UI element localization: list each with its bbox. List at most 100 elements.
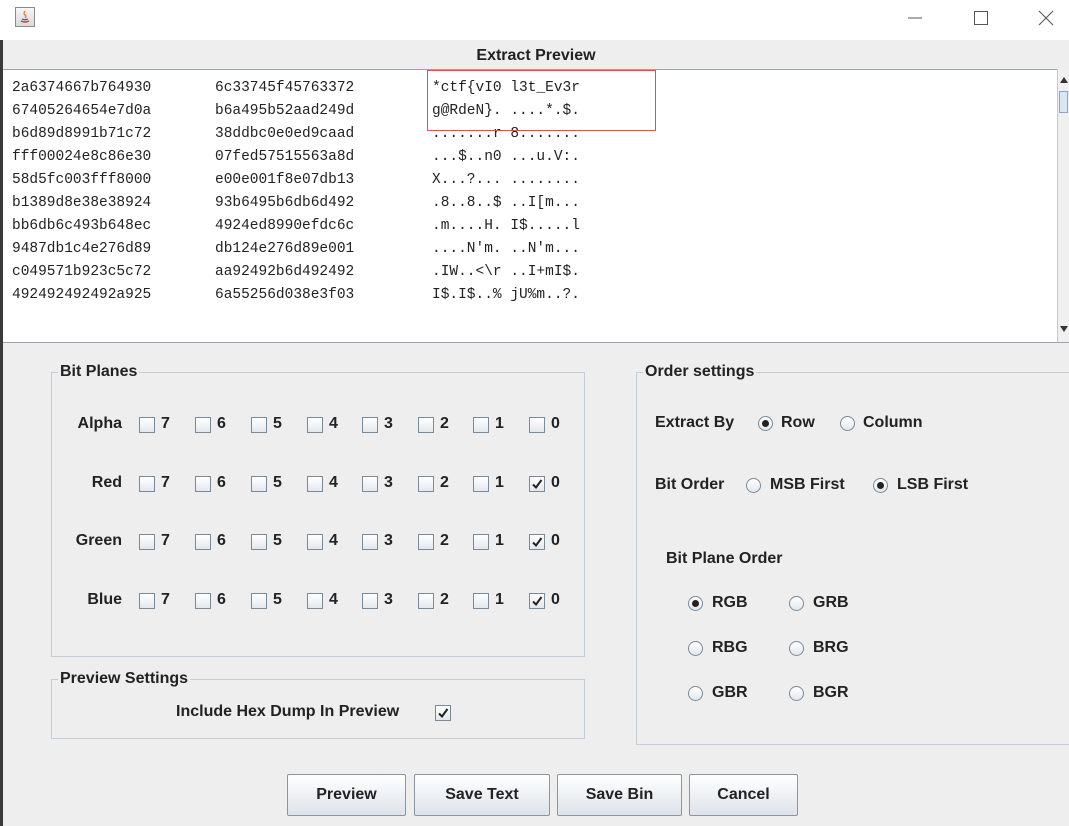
vertical-scrollbar[interactable] <box>1057 69 1069 342</box>
green-bit-7-checkbox[interactable] <box>139 534 155 550</box>
extract-by-row-label[interactable]: Row <box>781 414 815 432</box>
green-bit-4-checkbox[interactable] <box>307 534 323 550</box>
blue-bit-7-checkbox[interactable] <box>139 593 155 609</box>
bit-number-label: 6 <box>217 532 226 549</box>
green-bit-3-checkbox[interactable] <box>362 534 378 550</box>
hex-column-1: 492492492492a925 <box>12 287 152 303</box>
hex-column-1: b6d89d8991b71c72 <box>12 126 152 142</box>
ascii-column: g@RdeN}. ....*.$. <box>432 103 580 119</box>
extract-by-column-label[interactable]: Column <box>863 414 923 432</box>
plane-order-bgr-label[interactable]: BGR <box>813 684 849 702</box>
alpha-bit-7-checkbox[interactable] <box>139 417 155 433</box>
alpha-bit-0-checkbox[interactable] <box>529 417 545 433</box>
blue-bit-5-checkbox[interactable] <box>251 593 267 609</box>
red-bit-4-checkbox[interactable] <box>307 476 323 492</box>
include-hex-checkbox[interactable] <box>435 705 451 721</box>
red-bit-7-checkbox[interactable] <box>139 476 155 492</box>
blue-bit-2-checkbox[interactable] <box>418 593 434 609</box>
bit-number-label: 0 <box>551 532 560 549</box>
split-divider[interactable] <box>3 342 1069 343</box>
plane-order-grb-radio[interactable] <box>789 596 804 611</box>
blue-bit-3-checkbox[interactable] <box>362 593 378 609</box>
bit-number-label: 2 <box>440 415 449 432</box>
scroll-thumb[interactable] <box>1059 91 1068 113</box>
green-bit-5-checkbox[interactable] <box>251 534 267 550</box>
extract-by-column-radio[interactable] <box>840 416 855 431</box>
bit-number-label: 5 <box>273 415 282 432</box>
red-bit-2-checkbox[interactable] <box>418 476 434 492</box>
bit-number-label: 1 <box>495 532 504 549</box>
plane-order-rbg-radio[interactable] <box>688 641 703 656</box>
green-bit-1-checkbox[interactable] <box>473 534 489 550</box>
plane-order-rgb-label[interactable]: RGB <box>712 594 748 612</box>
bit-number-label: 1 <box>495 591 504 608</box>
bit-number-label: 5 <box>273 474 282 491</box>
plane-order-rgb-radio[interactable] <box>688 596 703 611</box>
red-bit-6-checkbox[interactable] <box>195 476 211 492</box>
alpha-bit-1-checkbox[interactable] <box>473 417 489 433</box>
preview-settings-legend: Preview Settings <box>60 670 189 687</box>
hex-column-2: db124e276d89e001 <box>215 241 355 257</box>
green-bit-0-checkbox[interactable] <box>529 534 545 550</box>
bit-number-label: 3 <box>384 591 393 608</box>
ascii-column: X...?... ........ <box>432 172 580 188</box>
plane-order-gbr-radio[interactable] <box>688 686 703 701</box>
save-bin-button[interactable]: Save Bin <box>557 774 682 816</box>
alpha-bit-6-checkbox[interactable] <box>195 417 211 433</box>
save-text-button[interactable]: Save Text <box>414 774 550 816</box>
bit-number-label: 0 <box>551 591 560 608</box>
ascii-column: *ctf{vI0 l3t_Ev3r <box>432 80 580 96</box>
minimize-button[interactable] <box>892 4 938 32</box>
bit-number-label: 2 <box>440 591 449 608</box>
red-bit-0-checkbox[interactable] <box>529 476 545 492</box>
plane-order-bgr-radio[interactable] <box>789 686 804 701</box>
lsb-first-label[interactable]: LSB First <box>897 476 968 494</box>
bit-number-label: 2 <box>440 532 449 549</box>
close-icon <box>1038 10 1054 26</box>
cancel-button[interactable]: Cancel <box>689 774 798 816</box>
bit-number-label: 2 <box>440 474 449 491</box>
extract-by-row-radio[interactable] <box>758 416 773 431</box>
preview-button[interactable]: Preview <box>287 774 406 816</box>
msb-first-label[interactable]: MSB First <box>770 476 845 494</box>
blue-bit-6-checkbox[interactable] <box>195 593 211 609</box>
lsb-first-radio[interactable] <box>873 478 888 493</box>
bit-number-label: 1 <box>495 474 504 491</box>
plane-order-brg-radio[interactable] <box>789 641 804 656</box>
hex-column-2: 4924ed8990efdc6c <box>215 218 355 234</box>
bit-number-label: 7 <box>161 474 170 491</box>
green-bit-6-checkbox[interactable] <box>195 534 211 550</box>
red-bit-5-checkbox[interactable] <box>251 476 267 492</box>
bit-number-label: 0 <box>551 474 560 491</box>
bit-number-label: 7 <box>161 591 170 608</box>
alpha-bit-5-checkbox[interactable] <box>251 417 267 433</box>
plane-order-gbr-label[interactable]: GBR <box>712 684 748 702</box>
blue-bit-0-checkbox[interactable] <box>529 593 545 609</box>
blue-bit-4-checkbox[interactable] <box>307 593 323 609</box>
msb-first-radio[interactable] <box>746 478 761 493</box>
alpha-bit-3-checkbox[interactable] <box>362 417 378 433</box>
red-bit-3-checkbox[interactable] <box>362 476 378 492</box>
alpha-bit-4-checkbox[interactable] <box>307 417 323 433</box>
close-button[interactable] <box>1023 4 1069 32</box>
channel-label-red: Red <box>91 474 122 491</box>
plane-order-grb-label[interactable]: GRB <box>813 594 849 612</box>
plane-order-brg-label[interactable]: BRG <box>813 639 849 657</box>
alpha-bit-2-checkbox[interactable] <box>418 417 434 433</box>
blue-bit-1-checkbox[interactable] <box>473 593 489 609</box>
scroll-up-icon[interactable] <box>1060 77 1068 83</box>
green-bit-2-checkbox[interactable] <box>418 534 434 550</box>
bit-number-label: 6 <box>217 591 226 608</box>
hex-dump-text-area[interactable]: 2a6374667b764930 6c33745f45763372 *ctf{vI0… <box>3 69 1057 343</box>
plane-order-rbg-label[interactable]: RBG <box>712 639 748 657</box>
channel-label-blue: Blue <box>87 591 122 608</box>
bit-order-label: Bit Order <box>655 476 725 493</box>
bit-number-label: 3 <box>384 474 393 491</box>
channel-label-alpha: Alpha <box>77 415 122 432</box>
bit-number-label: 4 <box>329 415 338 432</box>
checkmark-icon <box>532 596 543 607</box>
maximize-button[interactable] <box>958 4 1004 32</box>
java-app-icon[interactable] <box>15 7 35 27</box>
red-bit-1-checkbox[interactable] <box>473 476 489 492</box>
scroll-down-icon[interactable] <box>1060 326 1068 332</box>
